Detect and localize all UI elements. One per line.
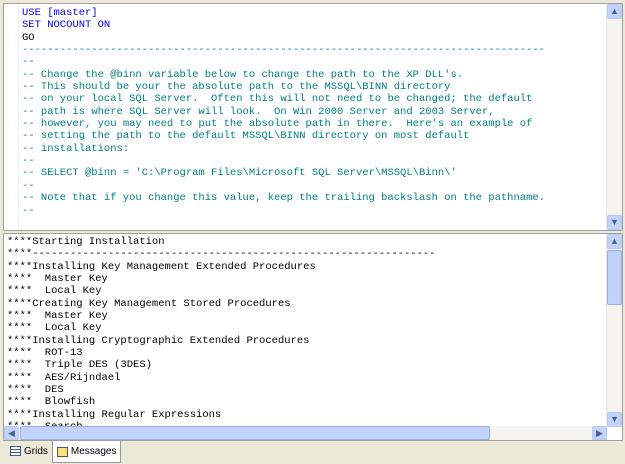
- messages-text: ****Starting Installation ****-----------…: [7, 236, 435, 434]
- messages-icon: [56, 446, 68, 457]
- code-line: --: [22, 56, 35, 69]
- message-line: ****Installing Key Management Extended P…: [7, 260, 316, 273]
- scroll-right-button[interactable]: ▶: [592, 426, 607, 440]
- message-line: ****Installing Cryptographic Extended Pr…: [7, 334, 310, 347]
- scroll-up-button[interactable]: ▲: [607, 234, 622, 249]
- code-line: -- however, you may need to put the abso…: [22, 118, 533, 131]
- code-line: GO: [22, 31, 35, 44]
- message-line: **** Local Key: [7, 322, 102, 335]
- vertical-scroll-thumb[interactable]: [607, 250, 622, 305]
- horizontal-scroll-thumb[interactable]: [20, 426, 490, 440]
- code-line: --: [22, 179, 35, 192]
- code-line: SET NOCOUNT ON: [22, 19, 111, 32]
- tab-grids[interactable]: Grids: [6, 441, 52, 461]
- scroll-up-button[interactable]: ▲: [607, 4, 622, 19]
- messages-vertical-scrollbar[interactable]: ▲ ▼: [606, 234, 622, 427]
- message-line: **** DES: [7, 384, 64, 397]
- grid-icon: [10, 446, 21, 456]
- scroll-down-button[interactable]: ▼: [607, 412, 622, 427]
- code-line: -- Change the @binn variable below to ch…: [22, 68, 464, 81]
- scroll-left-button[interactable]: ◀: [4, 426, 19, 440]
- code-line: -- SELECT @binn = 'C:\Program Files\Micr…: [22, 167, 457, 180]
- results-tabs: Grids Messages: [6, 441, 122, 463]
- code-line: --: [22, 155, 35, 168]
- code-line: -- setting the path to the default MSSQL…: [22, 130, 470, 143]
- message-line: **** Triple DES (3DES): [7, 359, 152, 372]
- code-line: --: [22, 204, 35, 217]
- message-line: **** Master Key: [7, 273, 108, 286]
- message-line: **** AES/Rijndael: [7, 371, 121, 384]
- code-line: -- on your local SQL Server. Often this …: [22, 93, 533, 106]
- message-line: **** Master Key: [7, 310, 108, 323]
- query-text[interactable]: USE [master] SET NOCOUNT ON GO ------------…: [22, 7, 545, 217]
- message-line: ****------------------------------------…: [7, 248, 436, 261]
- code-line: ----------------------------------------…: [22, 44, 545, 57]
- message-line: ****Creating Key Management Stored Proce…: [7, 297, 291, 310]
- code-line: -- path is where SQL Server will look. O…: [22, 105, 495, 118]
- code-line: -- This should be your the absolute path…: [22, 81, 451, 94]
- messages-horizontal-scrollbar[interactable]: ◀ ▶: [4, 426, 607, 440]
- query-editor[interactable]: USE [master] SET NOCOUNT ON GO ------------…: [3, 3, 623, 231]
- tab-messages-label: Messages: [70, 446, 117, 457]
- tab-grids-label: Grids: [24, 445, 48, 457]
- code-line: -- Note that if you change this value, k…: [22, 192, 545, 205]
- tab-messages[interactable]: Messages: [51, 441, 122, 463]
- code-line: USE [master]: [22, 7, 98, 19]
- scroll-down-button[interactable]: ▼: [607, 215, 622, 230]
- message-line: **** Local Key: [7, 285, 102, 298]
- message-line: **** Blowfish: [7, 396, 96, 409]
- message-line: **** ROT-13: [7, 347, 83, 360]
- message-line: ****Installing Regular Expressions: [7, 408, 222, 421]
- editor-vertical-scrollbar[interactable]: ▲ ▼: [606, 4, 622, 230]
- message-line: ****Starting Installation: [7, 236, 165, 248]
- messages-pane[interactable]: ****Starting Installation ****-----------…: [3, 233, 623, 441]
- editor-gutter: [4, 4, 19, 230]
- code-line: -- installations:: [22, 142, 130, 155]
